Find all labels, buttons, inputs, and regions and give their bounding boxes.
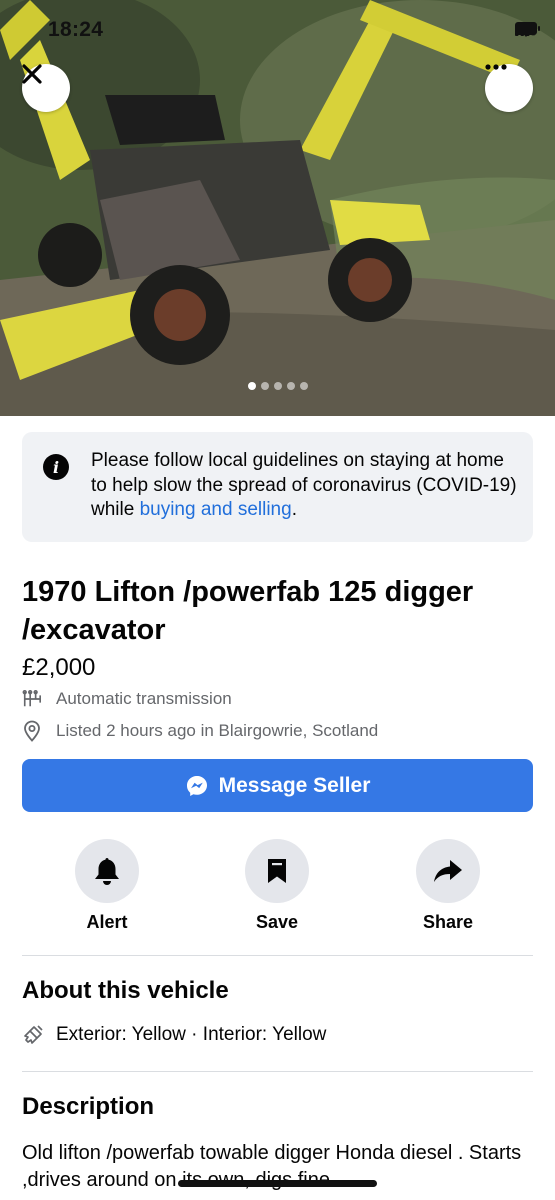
transmission-row: Automatic transmission: [22, 689, 232, 709]
gallery-dot[interactable]: [273, 382, 282, 390]
save-button[interactable]: [245, 839, 309, 903]
vehicle-colors-row: Exterior: Yellow · Interior: Yellow: [22, 1024, 326, 1046]
location-row[interactable]: Listed 2 hours ago in Blairgowrie, Scotl…: [22, 720, 379, 742]
close-icon: [22, 64, 42, 84]
digger-photo-illustration: [0, 0, 555, 416]
bell-icon: [95, 858, 119, 885]
covid-notice: i Please follow local guidelines on stay…: [22, 432, 533, 542]
notice-text: Please follow local guidelines on stayin…: [91, 449, 521, 523]
alert-button[interactable]: [75, 839, 139, 903]
message-seller-button[interactable]: Message Seller: [22, 759, 533, 812]
gallery-pagination: [0, 382, 555, 390]
home-indicator[interactable]: [178, 1180, 377, 1187]
section-divider: [22, 1071, 533, 1072]
share-arrow-icon: [434, 860, 462, 882]
gallery-dot[interactable]: [247, 382, 256, 390]
listed-text: Listed 2 hours ago in Blairgowrie, Scotl…: [56, 721, 379, 740]
message-seller-label: Message Seller: [218, 773, 371, 797]
gallery-dot[interactable]: [299, 382, 308, 390]
location-pin-icon: [22, 720, 42, 742]
paint-brush-icon: [24, 1025, 43, 1044]
listing-title: 1970 Lifton /powerfab 125 digger /excava…: [22, 576, 474, 646]
description-heading: Description: [22, 1093, 155, 1120]
transmission-text: Automatic transmission: [56, 689, 232, 708]
share-action[interactable]: Share: [393, 839, 503, 933]
alert-label: Alert: [86, 912, 128, 932]
status-time: 18:24: [48, 18, 104, 41]
share-button[interactable]: [416, 839, 480, 903]
info-icon: i: [43, 454, 69, 480]
more-options-button[interactable]: [485, 64, 533, 112]
save-action[interactable]: Save: [222, 839, 332, 933]
vehicle-colors-text: Exterior: Yellow · Interior: Yellow: [56, 1024, 327, 1045]
gallery-dot[interactable]: [260, 382, 269, 390]
listing-price: £2,000: [22, 654, 96, 681]
buying-selling-link[interactable]: buying and selling: [140, 499, 292, 520]
share-label: Share: [422, 912, 474, 932]
save-label: Save: [255, 912, 299, 932]
messenger-icon: [186, 775, 207, 796]
alert-action[interactable]: Alert: [52, 839, 162, 933]
bookmark-icon: [268, 859, 286, 883]
more-dots-icon: [485, 64, 507, 70]
notice-suffix: .: [291, 499, 297, 520]
about-heading: About this vehicle: [22, 977, 229, 1004]
status-bar: 18:24: [0, 0, 555, 60]
gearshift-icon: [22, 689, 42, 709]
section-divider: [22, 955, 533, 956]
close-button[interactable]: [22, 64, 70, 112]
battery-icon: [515, 22, 540, 35]
listing-photo[interactable]: 18:24: [0, 0, 555, 416]
gallery-dot[interactable]: [286, 382, 295, 390]
